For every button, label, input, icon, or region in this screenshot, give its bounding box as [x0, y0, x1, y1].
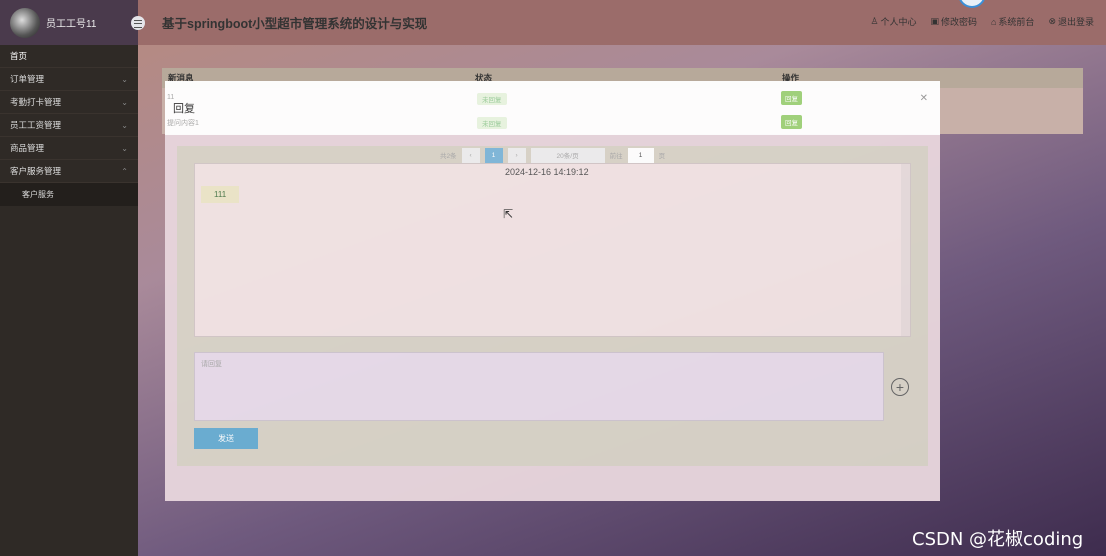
status-badge: 未回复 [477, 117, 507, 129]
link-frontend[interactable]: ⌂ 系统前台 [991, 15, 1034, 28]
user-icon: ♙ [870, 16, 879, 26]
sidebar-item-label: 商品管理 [10, 143, 45, 153]
chevron-down-icon: ⌄ [121, 97, 128, 107]
sidebar-item-products[interactable]: 商品管理 ⌄ [0, 137, 138, 160]
watermark: CSDN @花椒coding [912, 529, 1084, 550]
row-message: 提问内容1 [167, 120, 199, 127]
table-rows-overlay: 11 未回复 回复 提问内容1 未回复 回复 [165, 87, 940, 135]
sidebar-item-label: 客户服务管理 [10, 166, 62, 176]
avatar [10, 7, 40, 38]
scrollbar[interactable] [901, 164, 910, 336]
sidebar-item-home[interactable]: 首页 [0, 45, 138, 68]
sidebar-item-label: 订单管理 [10, 74, 45, 84]
reply-button[interactable]: 回复 [781, 91, 802, 105]
sidebar-item-orders[interactable]: 订单管理 ⌄ [0, 68, 138, 91]
pager-page-suffix: 页 [658, 153, 666, 160]
sidebar-item-customer-service[interactable]: 客户服务管理 ⌃ [0, 160, 138, 183]
chevron-down-icon: ⌄ [121, 120, 128, 130]
sidebar-header: 员工工号11 [0, 0, 138, 45]
pager-total: 共2条 [439, 153, 457, 160]
reply-dialog: 回复 ✕ 11 未回复 回复 提问内容1 未回复 回复 共2条 ‹ 1 › 20… [165, 81, 940, 501]
page-input[interactable]: 1 [627, 147, 654, 163]
topbar: 基于springboot小型超市管理系统的设计与实现 ♙ 个人中心 ▣ 修改密码 ⌂… [131, 0, 1106, 45]
page-title: 基于springboot小型超市管理系统的设计与实现 [162, 17, 428, 31]
chevron-down-icon: ⌄ [121, 74, 128, 84]
reply-placeholder: 请回复 [201, 361, 222, 368]
pagination: 共2条 ‹ 1 › 20条/页 前往 1 页 [177, 147, 928, 163]
prev-page-button[interactable]: ‹ [461, 147, 480, 163]
send-button[interactable]: 发送 [194, 428, 258, 449]
status-badge: 未回复 [477, 93, 507, 105]
reply-input[interactable]: 请回复 [194, 352, 884, 421]
logout-icon: ⊗ [1048, 16, 1056, 26]
username: 员工工号11 [46, 19, 97, 30]
chat-panel: 共2条 ‹ 1 › 20条/页 前往 1 页 2024-12-16 14:19:… [177, 146, 928, 466]
sidebar-item-salary[interactable]: 员工工资管理 ⌄ [0, 114, 138, 137]
sidebar-item-label: 首页 [10, 51, 28, 61]
menu-toggle-icon[interactable] [131, 15, 145, 30]
pager-goto-label: 前往 [609, 153, 623, 160]
reply-button[interactable]: 回复 [781, 115, 802, 129]
page-size-select[interactable]: 20条/页 [530, 147, 605, 163]
add-icon[interactable]: + [891, 378, 909, 396]
message-bubble: 111 [201, 186, 240, 203]
sidebar-item-label: 员工工资管理 [10, 120, 62, 130]
sidebar-item-label: 考勤打卡管理 [10, 97, 62, 107]
sidebar: 员工工号11 首页 订单管理 ⌄ 考勤打卡管理 ⌄ 员工工资管理 ⌄ 商品管理 ⌄ 客户… [0, 0, 138, 556]
sidebar-subitem-label: 客户服务 [22, 190, 54, 199]
chat-history[interactable]: 2024-12-16 14:19:12 111 [194, 163, 911, 337]
next-page-button[interactable]: › [507, 147, 526, 163]
chevron-down-icon: ⌄ [121, 143, 128, 153]
sidebar-subitem-customer-service[interactable]: 客户服务 [0, 183, 138, 206]
sidebar-item-attendance[interactable]: 考勤打卡管理 ⌄ [0, 91, 138, 114]
link-profile[interactable]: ♙ 个人中心 [870, 15, 916, 28]
link-change-password[interactable]: ▣ 修改密码 [930, 15, 977, 28]
page-button[interactable]: 1 [484, 147, 503, 163]
mouse-cursor-icon: ⇱ [503, 207, 514, 221]
message-timestamp: 2024-12-16 14:19:12 [505, 167, 589, 177]
lock-icon: ▣ [930, 16, 939, 26]
row-message: 11 [167, 94, 175, 101]
top-links: ♙ 个人中心 ▣ 修改密码 ⌂ 系统前台 ⊗ 退出登录 [870, 15, 1094, 28]
dialog-header: 回复 ✕ 11 未回复 回复 提问内容1 未回复 回复 [165, 81, 940, 135]
chevron-up-icon: ⌃ [121, 166, 128, 176]
link-logout[interactable]: ⊗ 退出登录 [1048, 15, 1094, 28]
home-icon: ⌂ [990, 16, 997, 27]
